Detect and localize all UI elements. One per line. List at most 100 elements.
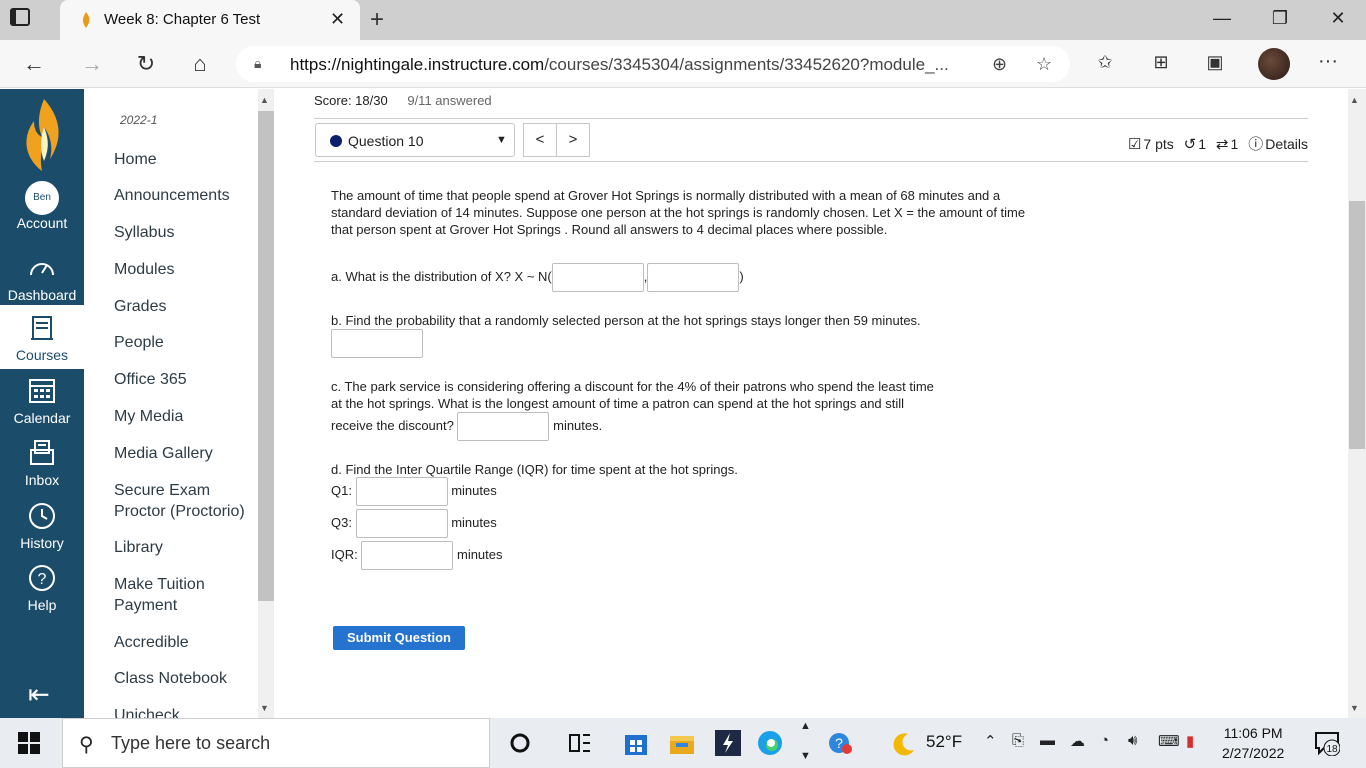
chevron-down-icon: ▼ [496, 134, 507, 146]
q1-input[interactable] [355, 477, 448, 506]
probability-input[interactable] [331, 329, 423, 358]
action-center-icon[interactable]: 18 [1314, 730, 1340, 756]
window-close-icon[interactable]: ✕ [1326, 8, 1350, 29]
nav-calendar[interactable]: Calendar [0, 374, 84, 426]
divider [314, 161, 1308, 162]
task-view-icon[interactable] [566, 729, 594, 757]
notification-count: 18 [1326, 744, 1338, 755]
details-link[interactable]: Details [1265, 136, 1308, 152]
collections-icon[interactable]: ⊞ [1148, 52, 1174, 73]
wifi-icon[interactable]: ◔ [1100, 732, 1109, 749]
nav-courses[interactable]: Courses [0, 305, 84, 369]
course-nav-secure-exam[interactable]: Secure Exam Proctor (Proctorio) [114, 480, 254, 522]
mean-input[interactable] [551, 263, 644, 292]
system-clock[interactable]: 11:06 PM 2/27/2022 [1222, 723, 1284, 763]
address-bar[interactable]: 🔒︎ https://nightingale.instructure.com/c… [236, 46, 1070, 82]
chevron-up-icon[interactable]: ▲ [800, 720, 811, 732]
course-nav-grades[interactable]: Grades [114, 296, 166, 317]
windows-start-icon[interactable] [18, 732, 40, 754]
meet-now-icon[interactable]: ⎘ [1012, 732, 1024, 749]
notification-app-icon[interactable]: ▮ [1186, 732, 1194, 750]
course-nav-unicheck[interactable]: Unicheck [114, 705, 180, 718]
next-question-button[interactable]: > [556, 123, 590, 157]
tab-close-icon[interactable]: ✕ [330, 9, 345, 30]
main-scrollbar[interactable]: ▲ ▼ [1348, 89, 1366, 718]
onedrive-icon[interactable]: ☁ [1070, 732, 1085, 750]
nav-inbox[interactable]: Inbox [0, 436, 84, 488]
q1-unit: minutes [451, 482, 497, 498]
new-tab-button[interactable]: + [370, 6, 384, 34]
info-icon[interactable]: ⓘ [1248, 136, 1263, 153]
favorites-icon[interactable]: ✩ [1092, 52, 1118, 73]
scroll-down-icon[interactable]: ▼ [260, 703, 269, 713]
school-logo-icon[interactable] [20, 97, 66, 173]
file-explorer-icon[interactable] [668, 729, 696, 757]
restore-icon[interactable]: ❐ [1268, 8, 1292, 29]
discount-time-input[interactable] [457, 412, 550, 441]
course-nav-modules[interactable]: Modules [114, 259, 174, 280]
extensions-icon[interactable]: ▣ [1202, 52, 1228, 73]
q3-input[interactable] [355, 509, 448, 538]
forward-icon[interactable]: → [78, 50, 106, 78]
course-nav-class-notebook[interactable]: Class Notebook [114, 668, 227, 689]
question-meta: ☑ 7 pts ↺ 1 ⇄ 1 ⓘ Details [1122, 133, 1308, 154]
cortana-icon[interactable] [506, 729, 534, 757]
scroll-up-icon[interactable]: ▲ [1350, 95, 1359, 105]
edge-icon[interactable] [756, 729, 784, 757]
scrollbar-thumb[interactable] [258, 111, 274, 601]
more-icon[interactable]: ··· [1318, 50, 1338, 73]
nav-history[interactable]: History [0, 499, 84, 551]
store-icon[interactable] [622, 729, 650, 757]
minimize-icon[interactable]: — [1210, 8, 1234, 29]
dashboard-icon [30, 263, 54, 276]
refresh-icon[interactable]: ↻ [132, 50, 160, 78]
scroll-down-icon[interactable]: ▼ [1350, 703, 1359, 713]
hidden-icons-icon[interactable]: ⌃ [984, 732, 997, 750]
iqr-input[interactable] [361, 541, 454, 570]
course-nav-announcements[interactable]: Announcements [114, 185, 230, 206]
nav-inbox-label: Inbox [24, 472, 60, 488]
zoom-icon[interactable]: ⊕ [992, 54, 1007, 75]
question-select[interactable]: Question 10 ▼ [315, 123, 515, 157]
search-icon: ⚲ [79, 734, 94, 756]
browser-tab[interactable]: Week 8: Chapter 6 Test ✕ [60, 0, 360, 40]
course-nav-library[interactable]: Library [114, 537, 163, 558]
input-method-icon[interactable]: ⌨ [1158, 732, 1180, 750]
help-app-icon[interactable]: ? [826, 729, 854, 757]
add-favorite-icon[interactable]: ☆ [1036, 54, 1052, 75]
weather-moon-icon [893, 733, 914, 756]
scrollbar-thumb[interactable] [1349, 201, 1365, 449]
powerapp-icon[interactable] [714, 729, 742, 757]
tab-actions-icon[interactable] [10, 8, 42, 32]
course-nav-accredible[interactable]: Accredible [114, 632, 189, 653]
course-nav-media-gallery[interactable]: Media Gallery [114, 443, 213, 464]
scroll-up-icon[interactable]: ▲ [260, 95, 269, 105]
part-c-line1: c. The park service is considering offer… [331, 379, 934, 394]
nav-account[interactable]: Ben Account [0, 181, 84, 231]
course-nav-scrollbar[interactable]: ▲ ▼ [258, 89, 274, 718]
course-nav-my-media[interactable]: My Media [114, 406, 183, 427]
nav-help[interactable]: ? Help [0, 561, 84, 613]
back-icon[interactable]: ← [20, 50, 48, 78]
profile-avatar[interactable] [1258, 48, 1290, 80]
question-body: The amount of time that people spend at … [331, 187, 1031, 570]
home-icon[interactable]: ⌂ [186, 50, 214, 78]
part-c-unit: minutes. [553, 417, 603, 433]
submit-question-button[interactable]: Submit Question [333, 626, 465, 650]
battery-icon[interactable]: ▬ [1040, 732, 1055, 749]
taskbar-search[interactable]: ⚲ Type here to search [62, 718, 490, 768]
course-nav-make-tuition-payment[interactable]: Make Tuition Payment [114, 574, 224, 616]
collapse-nav-icon[interactable]: ⇤ [28, 679, 50, 710]
course-nav-home[interactable]: Home [114, 149, 157, 170]
previous-question-button[interactable]: < [523, 123, 557, 157]
weather-temperature[interactable]: 52°F [926, 732, 962, 752]
nav-dashboard[interactable]: Dashboard [0, 251, 84, 303]
course-nav-people[interactable]: People [114, 332, 164, 353]
chevron-down-icon[interactable]: ▼ [800, 750, 811, 762]
url-text[interactable]: https://nightingale.instructure.com/cour… [290, 55, 949, 75]
std-dev-input[interactable] [647, 263, 740, 292]
volume-icon[interactable]: 🔊︎ [1128, 732, 1137, 749]
course-nav-office-365[interactable]: Office 365 [114, 369, 187, 390]
course-nav-syllabus[interactable]: Syllabus [114, 222, 174, 243]
nav-dashboard-label: Dashboard [7, 287, 77, 303]
